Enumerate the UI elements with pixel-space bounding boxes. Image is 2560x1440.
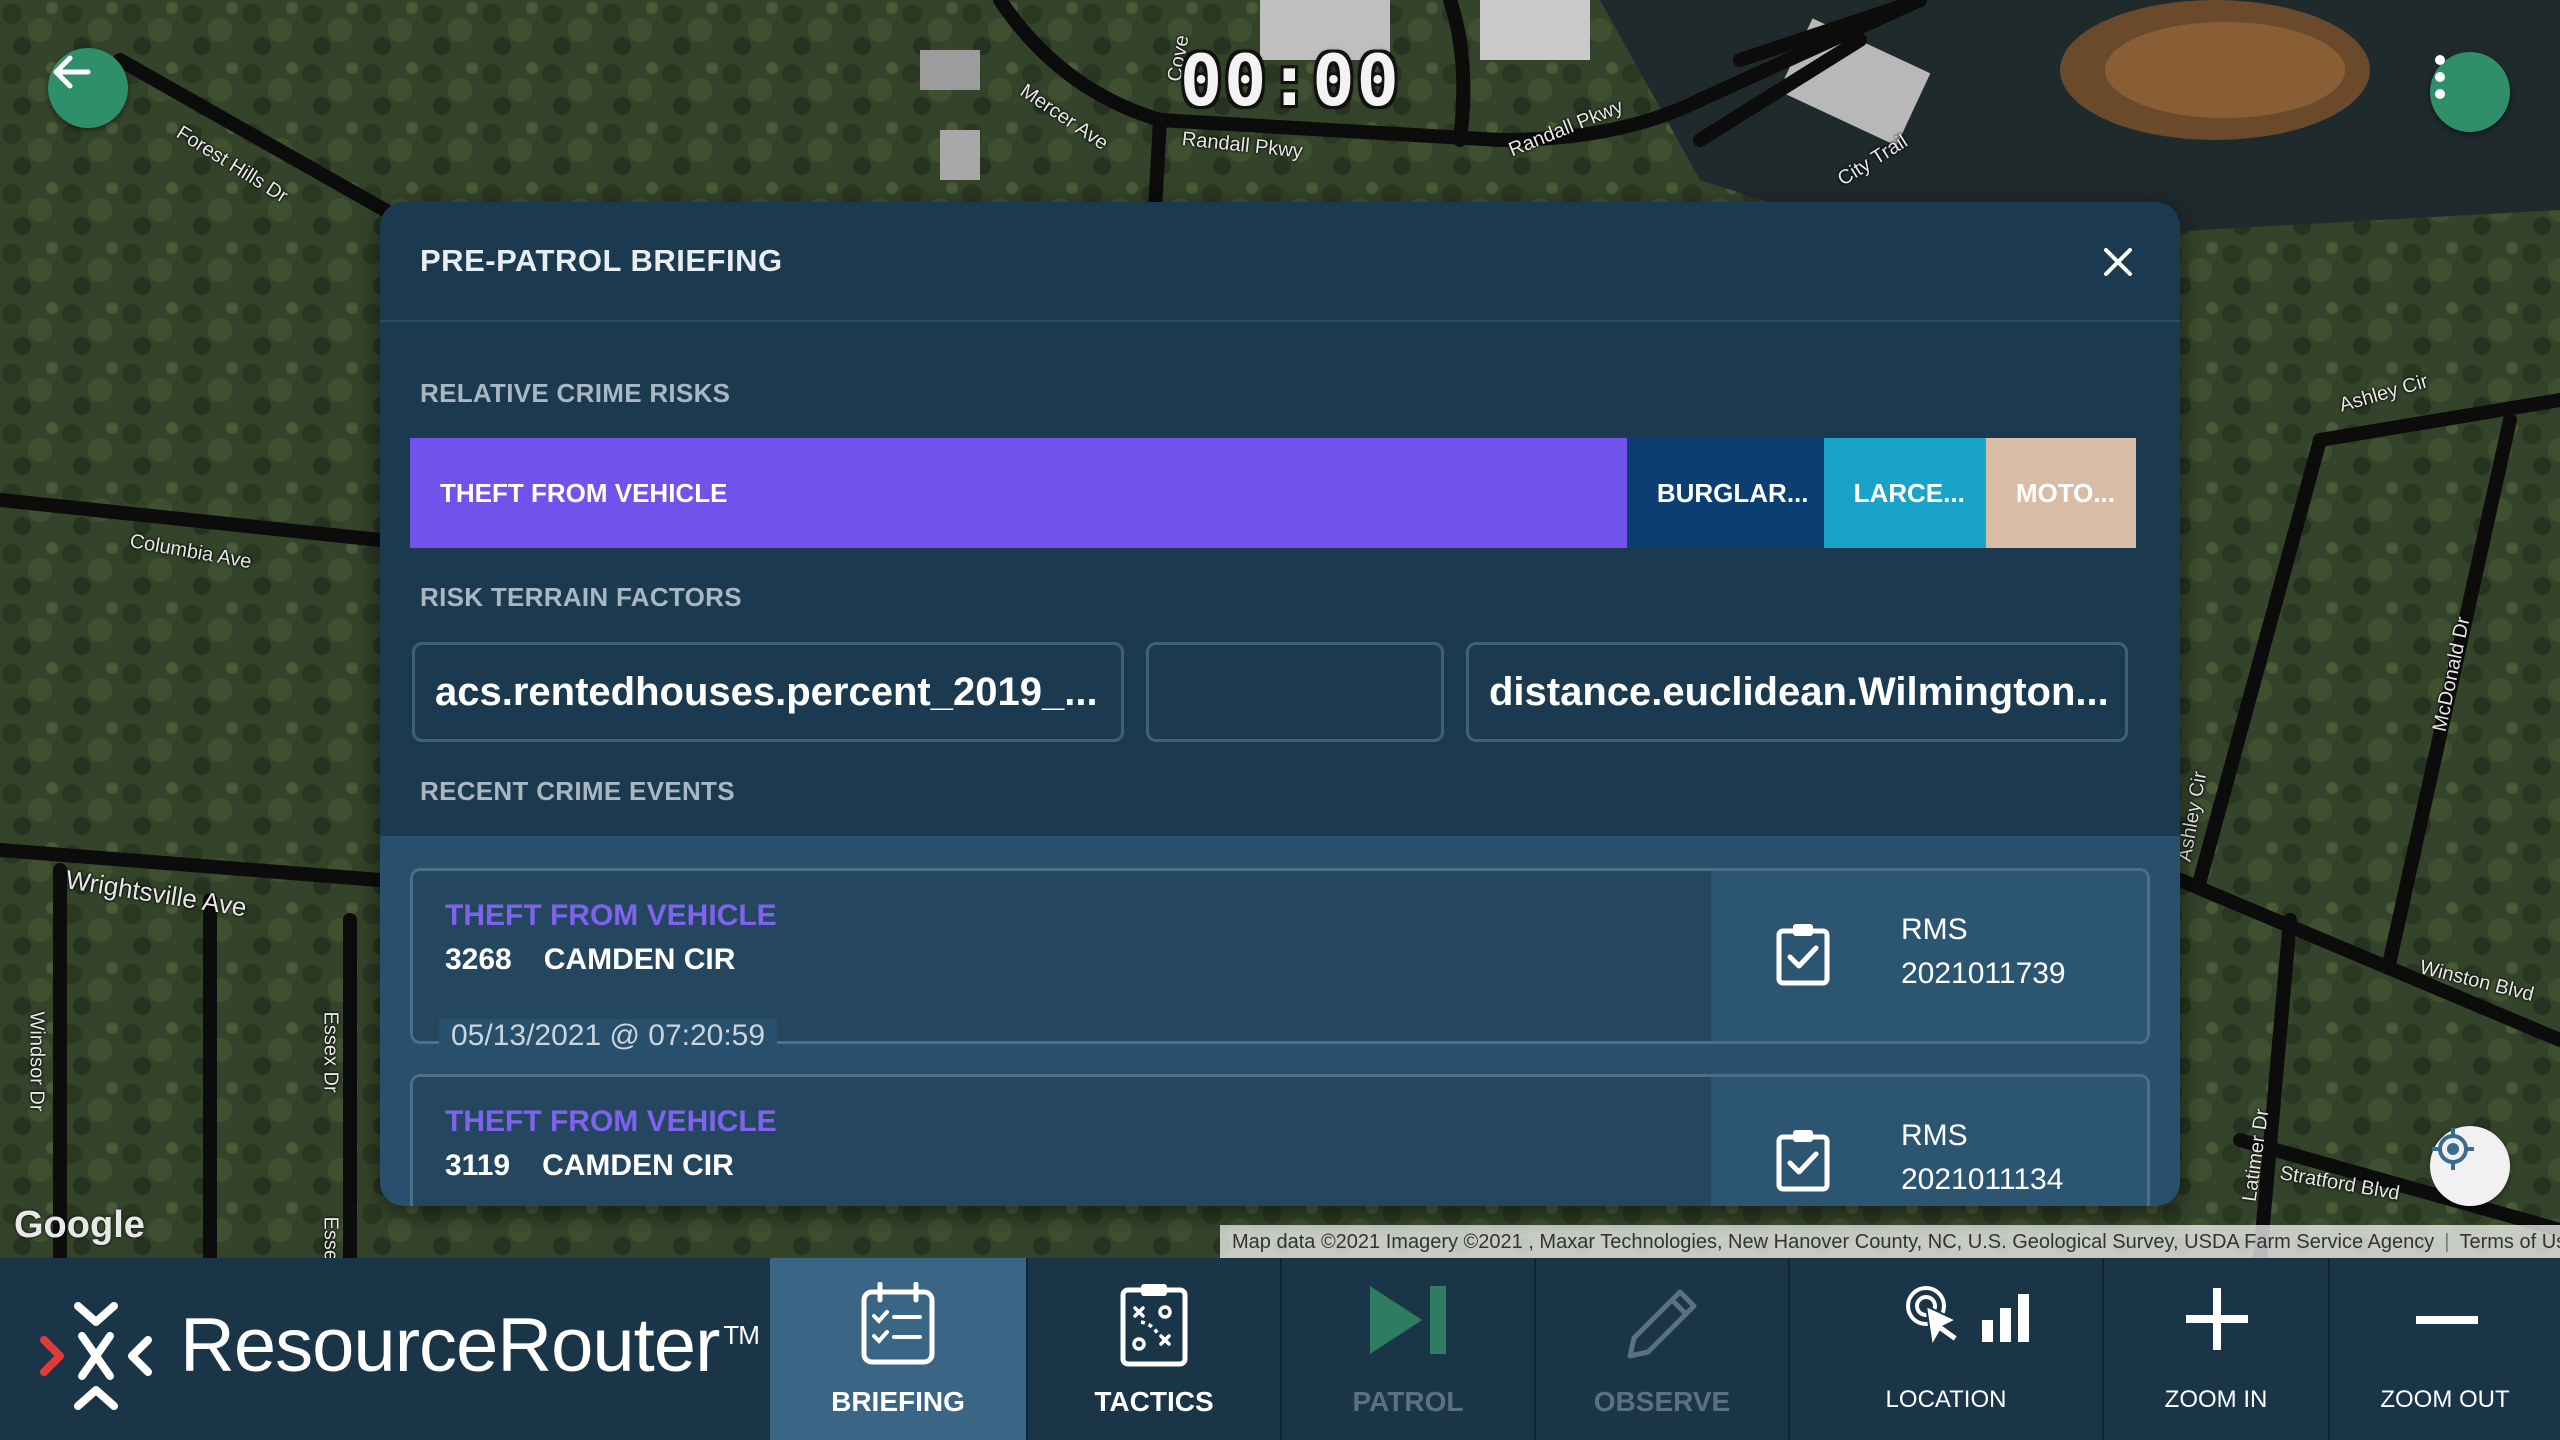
terrain-factors-label: RISK TERRAIN FACTORS: [420, 582, 742, 612]
terrain-factor-chip[interactable]: distance.euclidean.Wilmington...: [1466, 642, 2128, 742]
back-button[interactable]: [48, 48, 128, 128]
event-type: THEFT FROM VEHICLE: [445, 1105, 777, 1138]
zoom-in-button[interactable]: ZOOM IN: [2104, 1258, 2328, 1440]
tool-label: LOCATION: [1885, 1386, 2007, 1413]
terrain-factor-chip[interactable]: [1146, 642, 1444, 742]
pencil-icon: [1627, 1289, 1697, 1359]
arrow-left-icon: [53, 55, 91, 89]
street-label: Essex Dr: [319, 1011, 342, 1093]
crime-risk-segment[interactable]: LARCE...: [1823, 438, 1986, 548]
clipboard-check-icon: [1776, 924, 1830, 986]
tactics-clipboard-icon: [1120, 1284, 1188, 1367]
terms-link[interactable]: Terms of Use: [2459, 1231, 2560, 1254]
patrol-timer: 00:00: [1180, 40, 1401, 122]
recent-events-list[interactable]: RMS 2021011739 THEFT FROM VEHICLE 3268 CA…: [380, 836, 2180, 1206]
bottom-navigation-bar: ResourceRouter TM BRIEFING TACTICS PATRO…: [0, 1258, 2560, 1440]
plus-icon: [2186, 1288, 2248, 1350]
nav-observe[interactable]: OBSERVE: [1536, 1258, 1788, 1440]
resourcerouter-logo-icon: [40, 1302, 152, 1410]
terrain-factor-chip[interactable]: acs.rentedhouses.percent_2019_...: [412, 642, 1124, 742]
trademark: TM: [723, 1320, 760, 1350]
tool-label: ZOOM IN: [2164, 1386, 2268, 1413]
calendar-checklist-icon: [861, 1282, 935, 1365]
crime-risk-segment[interactable]: THEFT FROM VEHICLE: [410, 438, 1627, 548]
minus-icon: [2416, 1316, 2478, 1324]
crosshair-icon: [2432, 1128, 2474, 1170]
event-type: THEFT FROM VEHICLE: [445, 899, 777, 932]
crime-event-card[interactable]: RMS 2021011739 THEFT FROM VEHICLE 3268 CA…: [410, 868, 2150, 1053]
dialog-header: PRE-PATROL BRIEFING: [380, 202, 2180, 322]
crime-risk-bar: THEFT FROM VEHICLE BURGLAR... LARCE... MOTO…: [410, 438, 2136, 548]
address-street: CAMDEN CIR: [542, 1149, 734, 1182]
brand-text: ResourceRouter: [180, 1303, 720, 1388]
attribution-text: Map data ©2021 Imagery ©2021 , Maxar Tec…: [1232, 1230, 2435, 1253]
event-source: RMS: [1901, 913, 1968, 946]
pre-patrol-briefing-dialog: PRE-PATROL BRIEFING RELATIVE CRIME RISKS…: [380, 202, 2180, 1206]
clipboard-check-icon: [1776, 1130, 1830, 1192]
crime-risk-segment[interactable]: BURGLAR...: [1626, 438, 1824, 548]
address-street: CAMDEN CIR: [543, 943, 736, 976]
crime-risk-segment[interactable]: MOTO...: [1985, 438, 2136, 548]
more-vertical-icon: [2435, 55, 2445, 99]
crime-event-card[interactable]: RMS 2021011134 THEFT FROM VEHICLE 3119 CA…: [410, 1074, 2150, 1206]
tool-label: ZOOM OUT: [2380, 1386, 2510, 1413]
street-label: Windsor Dr: [25, 1011, 48, 1112]
recent-events-label: RECENT CRIME EVENTS: [420, 776, 735, 806]
address-number: 3119: [445, 1149, 511, 1182]
close-icon: [2104, 248, 2132, 276]
event-record-id: 2021011134: [1901, 1163, 2064, 1196]
map-attribution: Map data ©2021 Imagery ©2021 , Maxar Tec…: [1220, 1225, 2560, 1258]
event-source: RMS: [1901, 1119, 1968, 1152]
nav-tactics[interactable]: TACTICS: [1028, 1258, 1280, 1440]
play-skip-icon: [1370, 1286, 1446, 1354]
dialog-title: PRE-PATROL BRIEFING: [420, 243, 783, 278]
address-number: 3268: [445, 943, 512, 976]
crime-risks-label: RELATIVE CRIME RISKS: [420, 378, 731, 408]
nav-label: TACTICS: [1094, 1386, 1214, 1417]
event-record-id: 2021011739: [1901, 957, 2066, 990]
my-location-button[interactable]: [2430, 1126, 2510, 1206]
zoom-out-button[interactable]: ZOOM OUT: [2330, 1258, 2560, 1440]
event-address: 3268 CAMDEN CIR: [445, 943, 767, 977]
brand-name: ResourceRouter TM: [180, 1302, 760, 1389]
event-record-panel: RMS 2021011134: [1711, 1077, 2147, 1206]
nav-label: BRIEFING: [831, 1386, 965, 1417]
nav-briefing[interactable]: BRIEFING: [770, 1258, 1026, 1440]
event-record-panel: RMS 2021011739: [1711, 871, 2147, 1041]
menu-button[interactable]: [2430, 52, 2510, 132]
event-datetime: 05/13/2021 @ 07:20:59: [439, 1019, 778, 1053]
location-tool[interactable]: LOCATION: [1790, 1258, 2102, 1440]
nav-label: PATROL: [1352, 1386, 1464, 1417]
touch-location-icon: [1906, 1286, 1960, 1349]
brand-logo: ResourceRouter TM: [0, 1258, 770, 1440]
nav-label: OBSERVE: [1593, 1386, 1731, 1417]
close-button[interactable]: [2098, 242, 2138, 282]
event-address: 3119 CAMDEN CIR: [445, 1149, 766, 1183]
street-label: Essex Dr: [319, 1216, 342, 1259]
google-logo: Google: [14, 1204, 145, 1246]
nav-patrol[interactable]: PATROL: [1282, 1258, 1534, 1440]
bar-chart-icon: [1982, 1294, 2029, 1342]
